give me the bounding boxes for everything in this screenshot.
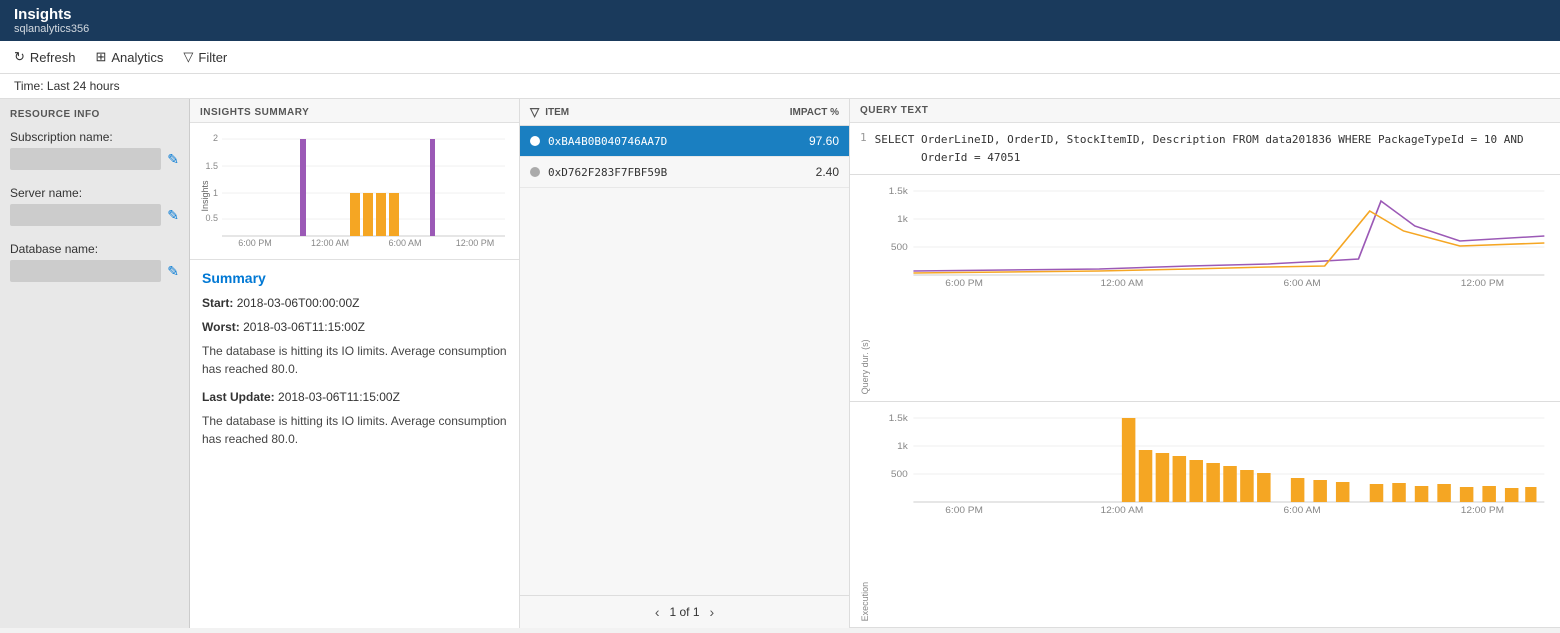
svg-text:Insights: Insights <box>200 180 210 212</box>
col-impact-label: IMPACT % <box>769 107 839 118</box>
summary-worst: Worst: 2018-03-06T11:15:00Z <box>202 318 507 336</box>
pagination-label: 1 of 1 <box>669 605 699 619</box>
right-panel: QUERY TEXT 1 SELECT OrderLineID, OrderID… <box>850 99 1560 628</box>
insights-chart-svg: 2 1.5 1 0.5 Insights <box>200 131 510 251</box>
svg-text:12:00 AM: 12:00 AM <box>1100 279 1143 289</box>
svg-text:2: 2 <box>213 133 218 143</box>
item-row[interactable]: 0xD762F283F7FBF59B 2.40 <box>520 157 849 188</box>
subscription-input[interactable] <box>10 148 161 170</box>
app-subtitle: sqlanalytics356 <box>14 23 1546 35</box>
subscription-field: Subscription name: ✎ <box>10 130 179 170</box>
database-label: Database name: <box>10 242 179 256</box>
svg-text:12:00 PM: 12:00 PM <box>1461 279 1504 289</box>
item-impact: 2.40 <box>769 165 839 179</box>
insights-bar-chart: 2 1.5 1 0.5 Insights <box>200 131 509 251</box>
item-dot <box>530 136 540 146</box>
summary-desc2: The database is hitting its IO limits. A… <box>202 412 507 448</box>
item-row[interactable]: 0xBA4B0B040746AA7D 97.60 <box>520 126 849 157</box>
app-title: Insights <box>14 6 1546 23</box>
svg-text:6:00 PM: 6:00 PM <box>238 238 272 248</box>
database-input[interactable] <box>10 260 161 282</box>
query-code: SELECT OrderLineID, OrderID, StockItemID… <box>875 131 1550 166</box>
duration-chart-svg: 1.5k 1k 500 6:00 PM 12:00 AM 6:00 AM 1 <box>874 181 1550 291</box>
svg-text:6:00 AM: 6:00 AM <box>388 238 421 248</box>
svg-text:12:00 AM: 12:00 AM <box>1100 505 1143 515</box>
subscription-label: Subscription name: <box>10 130 179 144</box>
next-page-button[interactable]: › <box>710 604 715 620</box>
server-field: Server name: ✎ <box>10 186 179 226</box>
query-duration-chart-panel: Query dur. (s) 1.5k 1k 500 <box>850 175 1560 401</box>
item-dot <box>530 167 540 177</box>
svg-text:12:00 PM: 12:00 PM <box>456 238 495 248</box>
svg-text:6:00 PM: 6:00 PM <box>945 505 983 515</box>
prev-page-button[interactable]: ‹ <box>655 604 660 620</box>
items-list: 0xBA4B0B040746AA7D 97.60 0xD762F283F7FBF… <box>520 126 849 595</box>
svg-text:1.5: 1.5 <box>205 161 218 171</box>
insights-summary-panel: INSIGHTS SUMMARY 2 1.5 1 0.5 Insights <box>190 99 520 628</box>
database-edit-icon[interactable]: ✎ <box>167 263 179 280</box>
summary-desc1: The database is hitting its IO limits. A… <box>202 342 507 378</box>
svg-text:0.5: 0.5 <box>205 213 218 223</box>
query-body: 1 SELECT OrderLineID, OrderID, StockItem… <box>850 123 1560 174</box>
insights-summary-header: INSIGHTS SUMMARY <box>190 99 519 123</box>
svg-text:1k: 1k <box>897 441 908 451</box>
svg-text:500: 500 <box>891 469 908 479</box>
execution-y-label: Execution <box>860 408 870 621</box>
filter-icon: ▽ <box>183 49 193 65</box>
filter-button[interactable]: ▽ Filter <box>183 49 227 65</box>
refresh-icon: ↻ <box>14 49 25 65</box>
svg-text:1: 1 <box>213 188 218 198</box>
col-item-label: ITEM <box>545 107 763 118</box>
insights-chart-area: 2 1.5 1 0.5 Insights <box>190 123 519 260</box>
app-header: Insights sqlanalytics356 <box>0 0 1560 41</box>
svg-text:1k: 1k <box>897 215 908 225</box>
charts-bottom: Query dur. (s) 1.5k 1k 500 <box>850 175 1560 628</box>
items-table-header: ▽ ITEM IMPACT % <box>520 99 849 126</box>
item-impact: 97.60 <box>769 134 839 148</box>
svg-text:1.5k: 1.5k <box>889 413 908 423</box>
database-field: Database name: ✎ <box>10 242 179 282</box>
svg-text:12:00 PM: 12:00 PM <box>1461 505 1504 515</box>
duration-y-label: Query dur. (s) <box>860 181 870 394</box>
svg-text:12:00 AM: 12:00 AM <box>311 238 349 248</box>
execution-chart-svg: 1.5k 1k 500 <box>874 408 1550 518</box>
query-text-header: QUERY TEXT <box>850 99 1560 123</box>
main-layout: RESOURCE INFO Subscription name: ✎ Serve… <box>0 99 1560 628</box>
toolbar: ↻ Refresh ⊞ Analytics ▽ Filter <box>0 41 1560 74</box>
server-edit-icon[interactable]: ✎ <box>167 207 179 224</box>
svg-text:1.5k: 1.5k <box>889 187 908 197</box>
svg-text:500: 500 <box>891 243 908 253</box>
svg-text:6:00 AM: 6:00 AM <box>1284 505 1321 515</box>
resource-info-label: RESOURCE INFO <box>10 109 179 120</box>
summary-last-update: Last Update: 2018-03-06T11:15:00Z <box>202 388 507 406</box>
summary-start: Start: 2018-03-06T00:00:00Z <box>202 294 507 312</box>
summary-section: Summary Start: 2018-03-06T00:00:00Z Wors… <box>190 260 519 628</box>
filter-icon-items: ▽ <box>530 105 539 119</box>
query-line-num: 1 <box>860 131 867 166</box>
refresh-button[interactable]: ↻ Refresh <box>14 49 75 65</box>
summary-title: Summary <box>202 270 507 286</box>
execution-chart-panel: Execution 1.5k 1k 500 <box>850 402 1560 628</box>
items-pagination: ‹ 1 of 1 › <box>520 595 849 628</box>
server-label: Server name: <box>10 186 179 200</box>
item-name: 0xBA4B0B040746AA7D <box>548 135 769 148</box>
duration-chart-canvas: 1.5k 1k 500 6:00 PM 12:00 AM 6:00 AM 1 <box>874 181 1550 394</box>
server-input[interactable] <box>10 204 161 226</box>
time-bar: Time: Last 24 hours <box>0 74 1560 99</box>
query-text-panel: QUERY TEXT 1 SELECT OrderLineID, OrderID… <box>850 99 1560 175</box>
items-panel: ▽ ITEM IMPACT % 0xBA4B0B040746AA7D 97.60… <box>520 99 850 628</box>
resource-info-panel: RESOURCE INFO Subscription name: ✎ Serve… <box>0 99 190 628</box>
svg-text:6:00 PM: 6:00 PM <box>945 279 983 289</box>
svg-text:6:00 AM: 6:00 AM <box>1284 279 1321 289</box>
item-name: 0xD762F283F7FBF59B <box>548 166 769 179</box>
subscription-edit-icon[interactable]: ✎ <box>167 151 179 168</box>
analytics-button[interactable]: ⊞ Analytics <box>95 49 163 65</box>
execution-chart-canvas: 1.5k 1k 500 <box>874 408 1550 621</box>
analytics-icon: ⊞ <box>95 49 106 65</box>
